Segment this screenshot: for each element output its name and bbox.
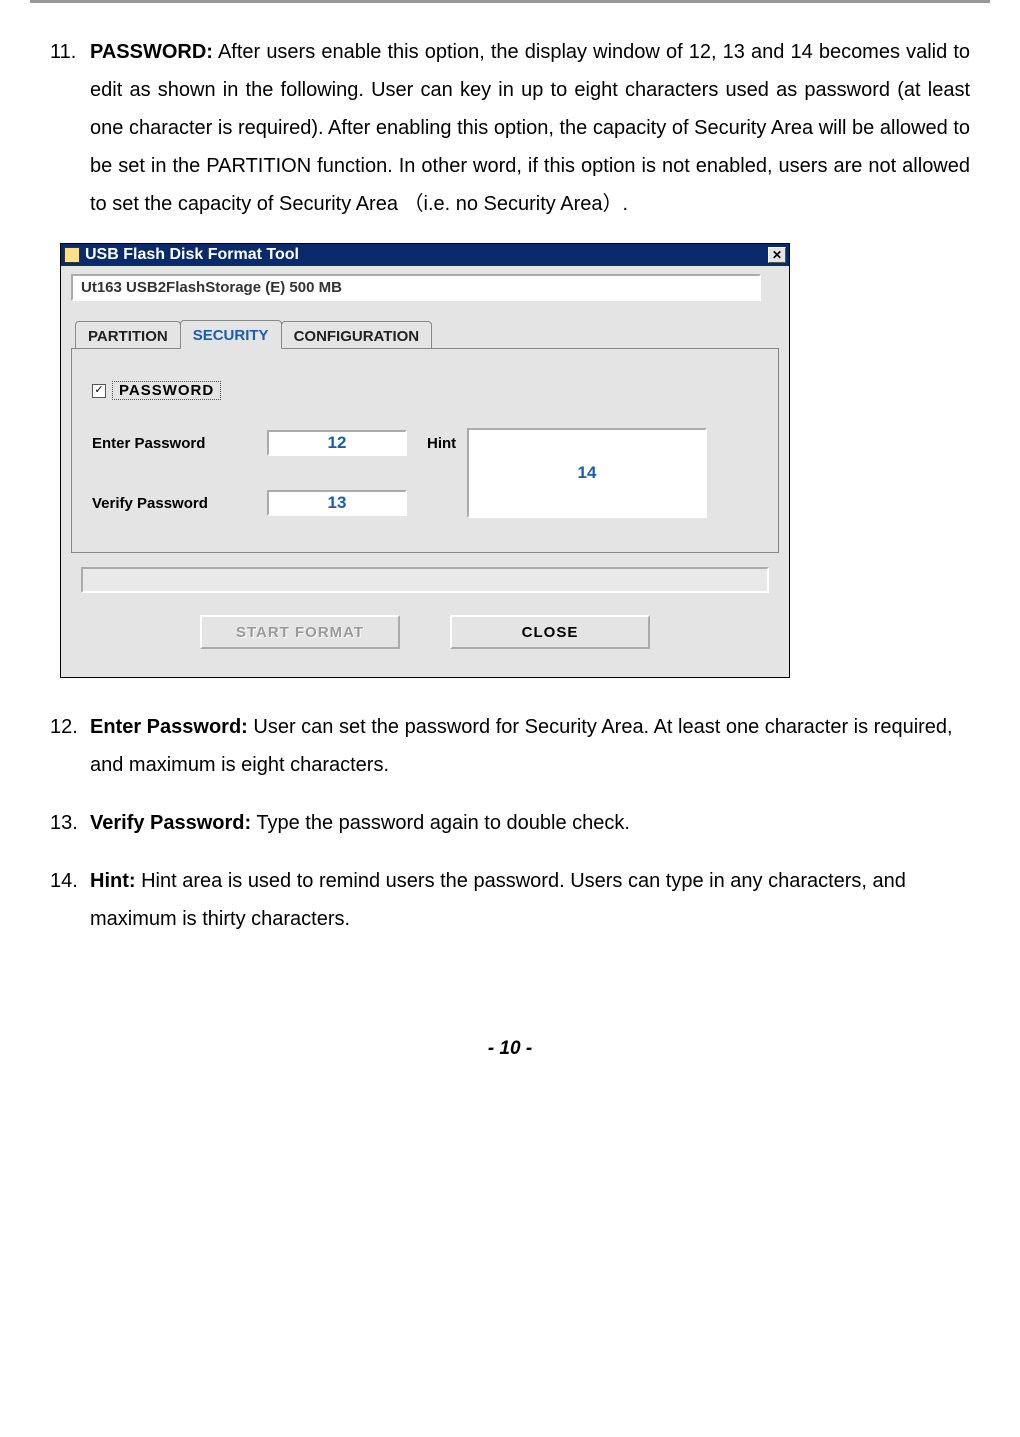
- password-checkbox-label: PASSWORD: [112, 381, 221, 400]
- enter-password-input[interactable]: 12: [267, 430, 407, 456]
- window-frame: USB Flash Disk Format Tool ✕ Ut163 USB2F…: [60, 243, 790, 678]
- tab-security[interactable]: SECURITY: [180, 320, 282, 349]
- list-item-13: 13. Verify Password: Type the password a…: [50, 804, 970, 842]
- list-number: 14.: [50, 862, 90, 938]
- list-body: PASSWORD: After users enable this option…: [90, 33, 970, 223]
- list-body: Verify Password: Type the password again…: [90, 804, 970, 842]
- list-text: Type the password again to double check.: [251, 812, 630, 834]
- password-checkbox[interactable]: ✓: [92, 384, 106, 398]
- list-number: 11.: [50, 33, 90, 223]
- list-item-14: 14. Hint: Hint area is used to remind us…: [50, 862, 970, 938]
- tab-panel-security: ✓ PASSWORD Enter Password 12 Hint 14 Ver…: [71, 348, 779, 553]
- device-dropdown[interactable]: Ut163 USB2FlashStorage (E) 500 MB: [71, 274, 761, 301]
- verify-password-input[interactable]: 13: [267, 490, 407, 516]
- list-label: Hint:: [90, 870, 136, 892]
- list-item-11: 11. PASSWORD: After users enable this op…: [50, 33, 970, 223]
- close-button[interactable]: CLOSE: [450, 615, 650, 649]
- hint-input[interactable]: 14: [467, 428, 707, 518]
- list-text: Hint area is used to remind users the pa…: [90, 870, 906, 930]
- list-text: After users enable this option, the disp…: [90, 41, 970, 215]
- list-body: Enter Password: User can set the passwor…: [90, 708, 970, 784]
- tab-configuration[interactable]: CONFIGURATION: [281, 321, 433, 349]
- titlebar: USB Flash Disk Format Tool ✕: [61, 244, 789, 266]
- tab-partition[interactable]: PARTITION: [75, 321, 181, 349]
- list-item-12: 12. Enter Password: User can set the pas…: [50, 708, 970, 784]
- app-icon: [64, 247, 80, 263]
- page-number: - 10 -: [0, 958, 1020, 1080]
- enter-password-label: Enter Password: [92, 435, 267, 452]
- window-title: USB Flash Disk Format Tool: [85, 246, 299, 264]
- list-label: PASSWORD:: [90, 41, 213, 63]
- list-number: 12.: [50, 708, 90, 784]
- list-body: Hint: Hint area is used to remind users …: [90, 862, 970, 938]
- close-icon[interactable]: ✕: [768, 247, 786, 263]
- dialog-screenshot: USB Flash Disk Format Tool ✕ Ut163 USB2F…: [60, 243, 960, 678]
- tab-strip: PARTITION SECURITY CONFIGURATION: [75, 319, 779, 348]
- list-label: Enter Password:: [90, 716, 248, 738]
- start-format-button[interactable]: START FORMAT: [200, 615, 400, 649]
- list-label: Verify Password:: [90, 812, 251, 834]
- verify-password-label: Verify Password: [92, 495, 267, 512]
- list-number: 13.: [50, 804, 90, 842]
- status-bar: [81, 567, 769, 593]
- hint-label: Hint: [407, 435, 467, 452]
